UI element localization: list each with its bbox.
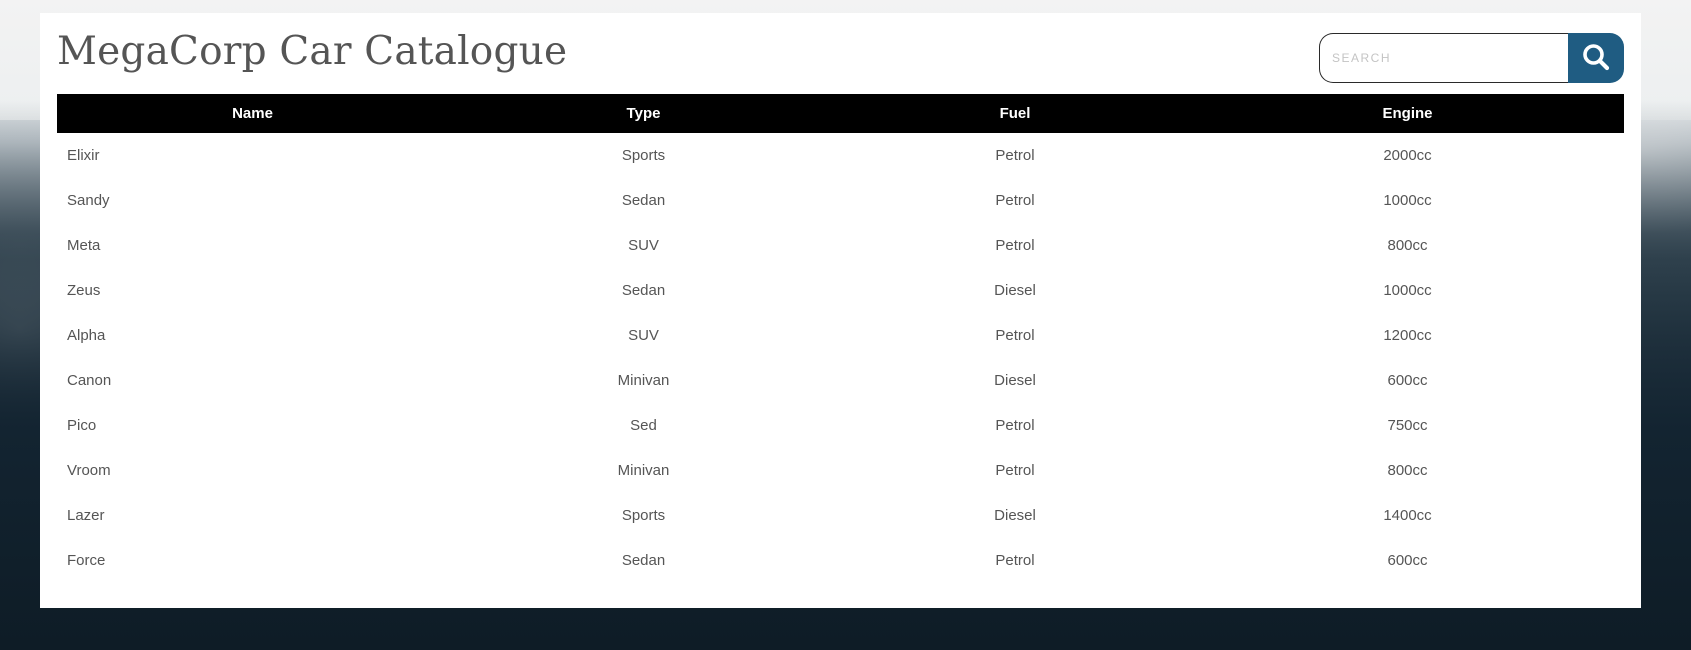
cell-fuel: Diesel	[994, 507, 1036, 524]
cell-fuel: Diesel	[994, 282, 1036, 299]
search-button[interactable]	[1568, 33, 1624, 83]
cell-name: Meta	[67, 237, 101, 254]
table-row[interactable]: Meta SUV Petrol 800cc	[57, 223, 1624, 268]
table-header-row: Name Type Fuel Engine	[57, 94, 1624, 133]
cell-name: Sandy	[67, 192, 110, 209]
cell-engine: 1400cc	[1383, 507, 1432, 524]
cell-type: Sedan	[621, 552, 666, 569]
cell-engine: 750cc	[1387, 417, 1428, 434]
cell-engine: 600cc	[1387, 372, 1428, 389]
cell-type: Sed	[630, 417, 657, 434]
cell-name: Zeus	[67, 282, 101, 299]
cell-name: Elixir	[67, 147, 100, 164]
search-icon	[1581, 42, 1611, 75]
table-row[interactable]: Elixir Sports Petrol 2000cc	[57, 133, 1624, 178]
table-row[interactable]: Sandy Sedan Petrol 1000cc	[57, 178, 1624, 223]
cell-engine: 1000cc	[1383, 282, 1432, 299]
cell-fuel: Petrol	[995, 417, 1035, 434]
table-row[interactable]: Vroom Minivan Petrol 800cc	[57, 448, 1624, 493]
cell-engine: 600cc	[1387, 552, 1428, 569]
table-row[interactable]: Lazer Sports Diesel 1400cc	[57, 493, 1624, 538]
cell-fuel: Petrol	[995, 462, 1035, 479]
table-row[interactable]: Zeus Sedan Diesel 1000cc	[57, 268, 1624, 313]
cell-engine: 800cc	[1387, 462, 1428, 479]
cell-engine: 800cc	[1387, 237, 1428, 254]
page-title: MegaCorp Car Catalogue	[57, 29, 568, 74]
cell-fuel: Petrol	[995, 147, 1035, 164]
cell-fuel: Diesel	[994, 372, 1036, 389]
cell-name: Canon	[67, 372, 112, 389]
column-header-engine[interactable]: Engine	[1191, 94, 1624, 133]
column-header-type[interactable]: Type	[448, 94, 839, 133]
cell-engine: 1000cc	[1383, 192, 1432, 209]
cell-name: Force	[67, 552, 106, 569]
cell-type: SUV	[628, 327, 659, 344]
cell-type: Sedan	[621, 192, 666, 209]
catalogue-card: MegaCorp Car Catalogue Name Type Fuel	[40, 13, 1641, 608]
table-row[interactable]: Canon Minivan Diesel 600cc	[57, 358, 1624, 403]
car-table-container: Name Type Fuel Engine Elixir Sports Petr…	[57, 94, 1624, 583]
cell-name: Alpha	[67, 327, 106, 344]
table-row[interactable]: Alpha SUV Petrol 1200cc	[57, 313, 1624, 358]
cell-fuel: Petrol	[995, 237, 1035, 254]
cell-fuel: Petrol	[995, 552, 1035, 569]
cell-name: Pico	[67, 417, 97, 434]
cell-engine: 1200cc	[1383, 327, 1432, 344]
column-header-name[interactable]: Name	[57, 94, 448, 133]
cell-fuel: Petrol	[995, 327, 1035, 344]
table-body: Elixir Sports Petrol 2000cc Sandy Sedan …	[57, 133, 1624, 583]
column-header-fuel[interactable]: Fuel	[839, 94, 1191, 133]
cell-type: Sports	[621, 147, 666, 164]
table-row[interactable]: Pico Sed Petrol 750cc	[57, 403, 1624, 448]
table-header: Name Type Fuel Engine	[57, 94, 1624, 133]
cell-engine: 2000cc	[1383, 147, 1432, 164]
cell-fuel: Petrol	[995, 192, 1035, 209]
cell-name: Lazer	[67, 507, 105, 524]
cell-name: Vroom	[67, 462, 111, 479]
table-row[interactable]: Force Sedan Petrol 600cc	[57, 538, 1624, 583]
cell-type: Sedan	[621, 282, 666, 299]
car-table: Name Type Fuel Engine Elixir Sports Petr…	[57, 94, 1624, 583]
search-bar	[1319, 33, 1624, 83]
search-input[interactable]	[1319, 33, 1568, 83]
cell-type: Sports	[621, 507, 666, 524]
cell-type: SUV	[628, 237, 659, 254]
cell-type: Minivan	[617, 372, 670, 389]
cell-type: Minivan	[617, 462, 670, 479]
